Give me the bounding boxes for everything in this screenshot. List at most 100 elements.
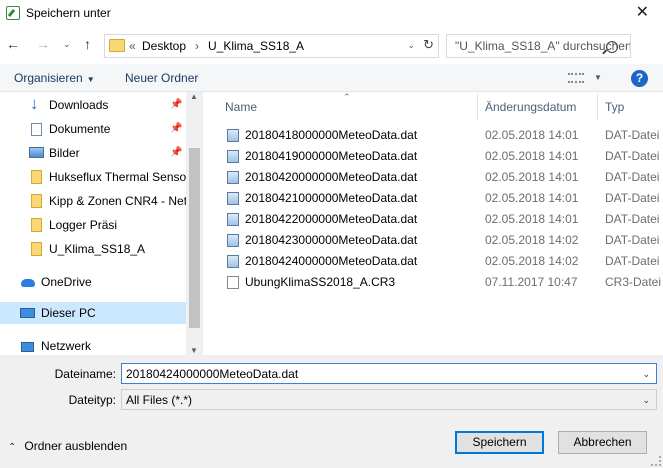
file-row[interactable]: 20180421000000MeteoData.dat 02.05.2018 1… xyxy=(203,188,663,209)
file-row[interactable]: 20180419000000MeteoData.dat 02.05.2018 1… xyxy=(203,146,663,167)
help-icon[interactable]: ? xyxy=(631,70,648,87)
refresh-icon[interactable]: ↻ xyxy=(423,37,434,53)
file-row[interactable]: 20180422000000MeteoData.dat 02.05.2018 1… xyxy=(203,209,663,230)
folder-icon xyxy=(109,39,125,52)
file-date: 02.05.2018 14:01 xyxy=(485,170,579,184)
search-icon[interactable] xyxy=(606,41,618,53)
file-name: 20180422000000MeteoData.dat xyxy=(245,212,418,226)
up-arrow-icon[interactable]: ↑ xyxy=(84,36,91,52)
file-row[interactable]: 20180423000000MeteoData.dat 02.05.2018 1… xyxy=(203,230,663,251)
hide-folders-toggle[interactable]: ⌃ Ordner ausblenden xyxy=(8,439,127,453)
onedrive-icon xyxy=(21,279,35,287)
breadcrumb-u-klima[interactable]: U_Klima_SS18_A xyxy=(208,39,304,53)
file-row[interactable]: 20180424000000MeteoData.dat 02.05.2018 1… xyxy=(203,251,663,272)
organize-label: Organisieren xyxy=(14,71,83,85)
column-header-date[interactable]: Änderungsdatum xyxy=(485,100,576,114)
sidebar-item-hukseflux[interactable]: Hukseflux Thermal Sensors xyxy=(0,166,186,188)
command-bar: Organisieren ▼ Neuer Ordner ▼ ? xyxy=(0,64,663,92)
resize-grip-icon[interactable] xyxy=(651,456,661,466)
cancel-button[interactable]: Abbrechen xyxy=(558,431,647,454)
sidebar-item-u-klima[interactable]: U_Klima_SS18_A xyxy=(0,238,186,260)
column-divider[interactable] xyxy=(477,94,478,120)
file-row[interactable]: UbungKlimaSS2018_A.CR3 07.11.2017 10:47 … xyxy=(203,272,663,293)
chevron-down-icon[interactable]: ⌄ xyxy=(642,395,650,406)
breadcrumb-overflow[interactable]: « xyxy=(129,39,136,53)
file-type: DAT-Datei xyxy=(605,149,660,163)
file-row[interactable]: 20180418000000MeteoData.dat 02.05.2018 1… xyxy=(203,125,663,146)
dat-file-icon xyxy=(227,129,239,142)
column-header-name[interactable]: Name xyxy=(225,100,257,114)
file-type: DAT-Datei xyxy=(605,128,660,142)
view-options-icon[interactable] xyxy=(568,73,584,83)
pictures-icon xyxy=(29,147,44,158)
scroll-up-icon[interactable]: ▲ xyxy=(190,92,198,101)
dat-file-icon xyxy=(227,150,239,163)
download-icon xyxy=(30,94,43,115)
file-type: DAT-Datei xyxy=(605,191,660,205)
pin-icon: 📌 xyxy=(170,147,183,158)
sidebar-item-label: Logger Präsi xyxy=(49,218,118,232)
file-type: CR3-Datei xyxy=(605,275,662,289)
close-button[interactable]: ✕ xyxy=(636,2,649,22)
file-type: DAT-Datei xyxy=(605,170,660,184)
scrollbar-thumb[interactable] xyxy=(189,148,200,328)
file-name: 20180420000000MeteoData.dat xyxy=(245,170,418,184)
sidebar-item-bilder[interactable]: Bilder 📌 xyxy=(0,142,186,164)
sidebar-item-onedrive[interactable]: OneDrive xyxy=(0,271,186,293)
sidebar-item-label: Downloads xyxy=(49,98,109,112)
file-date: 02.05.2018 14:02 xyxy=(485,233,579,247)
sidebar-item-netzwerk[interactable]: Netzwerk xyxy=(0,335,186,355)
organize-button[interactable]: Organisieren ▼ xyxy=(14,71,95,85)
new-folder-button[interactable]: Neuer Ordner xyxy=(125,71,198,85)
folder-icon xyxy=(31,194,42,208)
title-bar: Speichern unter ✕ xyxy=(0,0,663,27)
folder-icon xyxy=(31,242,42,256)
back-arrow-icon[interactable]: ← xyxy=(6,36,20,52)
filetype-select[interactable]: All Files (*.*) ⌄ xyxy=(121,389,657,410)
address-row: ← → ⌄ ↑ « Desktop › U_Klima_SS18_A ⌄ ↻ "… xyxy=(0,31,663,61)
folder-icon xyxy=(31,170,42,184)
sort-ascending-icon: ⌃ xyxy=(343,92,351,102)
breadcrumb-desktop[interactable]: Desktop xyxy=(142,39,186,53)
sidebar-item-dokumente[interactable]: Dokumente 📌 xyxy=(0,118,186,140)
scroll-down-icon[interactable]: ▼ xyxy=(190,346,198,355)
navigation-scrollbar[interactable]: ▲ ▼ xyxy=(186,92,203,355)
file-list: ⌃ Name Änderungsdatum Typ 20180418000000… xyxy=(203,92,663,355)
breadcrumb-chevron-icon[interactable]: › xyxy=(195,39,199,53)
filetype-value: All Files (*.*) xyxy=(126,393,193,407)
sidebar-item-label: Dokumente xyxy=(49,122,111,136)
filename-field[interactable]: 20180424000000MeteoData.dat ⌄ xyxy=(121,363,657,384)
search-input[interactable]: "U_Klima_SS18_A" durchsuchen xyxy=(446,34,631,58)
column-divider[interactable] xyxy=(597,94,598,120)
file-row[interactable]: 20180420000000MeteoData.dat 02.05.2018 1… xyxy=(203,167,663,188)
file-name: 20180419000000MeteoData.dat xyxy=(245,149,418,163)
sidebar-item-downloads[interactable]: Downloads 📌 xyxy=(0,94,186,116)
file-name: UbungKlimaSS2018_A.CR3 xyxy=(245,275,396,289)
organize-caret-icon: ▼ xyxy=(86,75,95,84)
sidebar-item-label: Netzwerk xyxy=(41,339,92,353)
sidebar-item-logger-praesi[interactable]: Logger Präsi xyxy=(0,214,186,236)
save-button[interactable]: Speichern xyxy=(455,431,544,454)
sidebar-item-label: OneDrive xyxy=(41,275,92,289)
file-name: 20180423000000MeteoData.dat xyxy=(245,233,418,247)
chevron-down-icon[interactable]: ⌄ xyxy=(642,369,650,380)
dat-file-icon xyxy=(227,213,239,226)
sidebar-item-label: Dieser PC xyxy=(41,306,96,320)
pin-icon: 📌 xyxy=(170,123,183,134)
sidebar-item-kipp-zonen[interactable]: Kipp & Zonen CNR4 - Net Radiometer xyxy=(0,190,186,212)
save-options: Dateiname: 20180424000000MeteoData.dat ⌄… xyxy=(0,355,663,468)
address-dropdown-icon[interactable]: ⌄ xyxy=(407,40,415,51)
address-bar[interactable]: « Desktop › U_Klima_SS18_A ⌄ ↻ xyxy=(104,34,439,58)
recent-locations-dropdown-icon[interactable]: ⌄ xyxy=(63,39,71,50)
filetype-label: Dateityp: xyxy=(68,393,116,407)
sidebar-item-dieser-pc[interactable]: Dieser PC xyxy=(0,302,186,324)
column-header-type[interactable]: Typ xyxy=(605,100,624,114)
dat-file-icon xyxy=(227,192,239,205)
forward-arrow-icon[interactable]: → xyxy=(36,36,50,52)
file-type: DAT-Datei xyxy=(605,254,660,268)
view-dropdown-icon[interactable]: ▼ xyxy=(594,73,602,82)
pin-icon: 📌 xyxy=(170,99,183,110)
sidebar-item-label: U_Klima_SS18_A xyxy=(49,242,146,256)
window-title: Speichern unter xyxy=(26,6,111,20)
file-date: 02.05.2018 14:01 xyxy=(485,149,579,163)
